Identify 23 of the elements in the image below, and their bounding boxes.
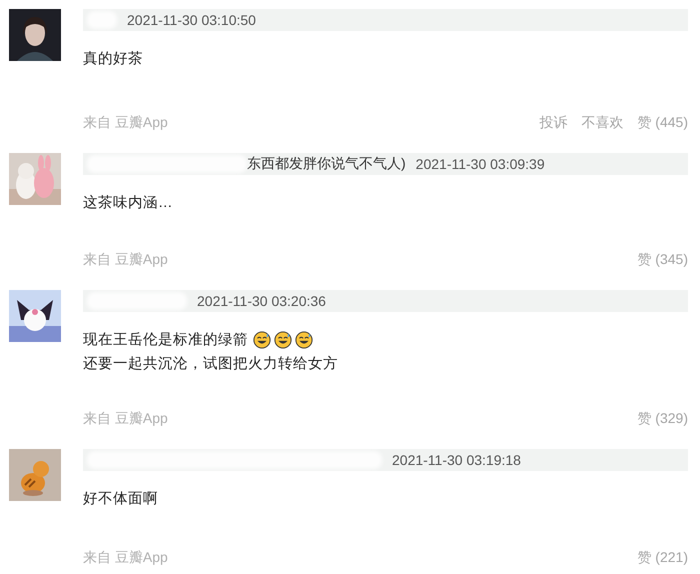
grin-sweat-icon xyxy=(295,331,313,349)
action-link[interactable]: 不喜欢 xyxy=(581,114,624,132)
source-label: 来自 豆瓣App xyxy=(83,251,168,269)
comment-time: 2021-11-30 03:09:39 xyxy=(416,156,545,172)
comment-text: 真的好茶 xyxy=(83,50,143,69)
action-link[interactable]: 赞 (221) xyxy=(637,549,688,567)
action-link[interactable]: 赞 (345) xyxy=(637,251,688,269)
comment-time: 2021-11-30 03:20:36 xyxy=(197,293,326,309)
comment-text: 好不体面啊 xyxy=(83,490,158,509)
comment-time: 2021-11-30 03:19:18 xyxy=(392,452,521,468)
action-link[interactable]: 投诉 xyxy=(539,114,568,132)
action-link[interactable]: 赞 (329) xyxy=(637,410,688,428)
source-label: 来自 豆瓣App xyxy=(83,114,168,132)
comment-text: 现在王岳伦是标准的绿箭 xyxy=(83,331,248,350)
username: 东西都发胖你说气不气人) xyxy=(247,155,406,173)
source-label: 来自 豆瓣App xyxy=(83,410,168,428)
grin-sweat-icon xyxy=(253,331,271,349)
action-link[interactable]: 赞 (445) xyxy=(637,114,688,132)
comment-text: 还要一起共沉沦，试图把火力转给女方 xyxy=(83,354,338,374)
grin-sweat-icon xyxy=(274,331,292,349)
comment-text: 这茶味内涵… xyxy=(83,194,172,213)
comment-time: 2021-11-30 03:10:50 xyxy=(127,12,256,28)
source-label: 来自 豆瓣App xyxy=(83,549,168,567)
